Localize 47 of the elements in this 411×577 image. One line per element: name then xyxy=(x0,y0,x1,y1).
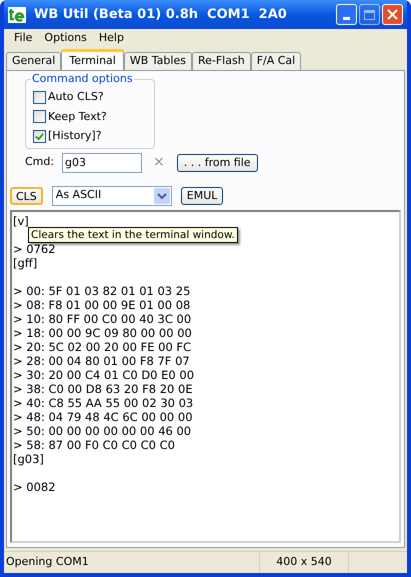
minimize-button[interactable] xyxy=(336,4,357,25)
terminal-line: > 18: 00 00 9C 09 80 00 00 00 xyxy=(13,326,192,340)
terminal-line: > 28: 00 04 80 01 00 F8 7F 07 xyxy=(13,354,190,368)
tab[interactable]: WB Tables xyxy=(124,52,192,70)
maximize-button[interactable] xyxy=(359,4,380,25)
terminal-line: [gff] xyxy=(13,256,38,270)
menu-item[interactable]: File xyxy=(8,30,38,46)
status-text: Opening COM1 xyxy=(5,554,90,570)
tab[interactable]: General xyxy=(6,52,62,70)
terminal-line: > 20: 5C 02 00 20 00 FE 00 FC xyxy=(13,340,192,354)
mode-dropdown[interactable]: As ASCII xyxy=(52,186,172,206)
tooltip: Clears the text in the terminal window. xyxy=(28,226,238,242)
from-file-button[interactable]: . . . from file xyxy=(176,154,258,172)
checkbox[interactable] xyxy=(33,110,46,124)
terminal-line: > 50: 00 00 00 00 00 00 46 00 xyxy=(13,424,192,438)
cls-button[interactable]: CLS xyxy=(10,186,43,204)
menu-item[interactable]: Help xyxy=(92,30,130,46)
terminal-line: [v] xyxy=(13,214,29,228)
checkbox[interactable] xyxy=(33,130,46,143)
terminal-line: > 38: C0 00 D8 63 20 F8 20 0E xyxy=(13,382,193,396)
emul-button[interactable]: EMUL xyxy=(180,186,224,204)
checkbox-label: Auto CLS? xyxy=(48,89,104,105)
terminal-line: > 00: 5F 01 03 82 01 01 03 25 xyxy=(13,284,190,298)
terminal-line: [g03] xyxy=(13,452,44,466)
terminal-line: > 0762 xyxy=(13,242,56,256)
terminal-line: > 0082 xyxy=(13,480,56,494)
status-size: 400 x 540 xyxy=(259,552,349,573)
command-field[interactable]: g03 xyxy=(62,152,142,172)
terminal-line: > 30: 20 00 C4 01 C0 D0 E0 00 xyxy=(13,368,194,382)
checkbox-label: [History]? xyxy=(48,128,102,144)
app-logo-icon xyxy=(8,6,26,22)
tab[interactable]: Terminal xyxy=(61,49,124,70)
checkbox[interactable] xyxy=(33,90,46,104)
close-icon xyxy=(387,9,398,20)
terminal-line: > 08: F8 01 00 00 9E 01 00 08 xyxy=(13,298,190,312)
terminal-line: > 40: C8 55 AA 55 00 02 30 03 xyxy=(13,396,194,410)
cmd-label: Cmd: xyxy=(25,154,56,170)
terminal-line: > 10: 80 FF 00 C0 00 40 3C 00 xyxy=(13,312,192,326)
group-title: Command options xyxy=(31,72,134,86)
checkbox-label: Keep Text? xyxy=(48,108,107,124)
tab[interactable]: Re-Flash xyxy=(192,52,251,70)
terminal-line: > 48: 04 79 48 4C 6C 00 00 00 xyxy=(13,410,193,424)
menu-item[interactable]: Options xyxy=(38,30,93,46)
close-button[interactable] xyxy=(382,4,403,25)
window-title: WB Util (Beta 01) 0.8h COM1 2A0 xyxy=(34,6,288,24)
tab[interactable]: F/A Cal xyxy=(250,52,302,70)
terminal-line: > 58: 87 00 F0 C0 C0 C0 C0 xyxy=(13,438,175,452)
